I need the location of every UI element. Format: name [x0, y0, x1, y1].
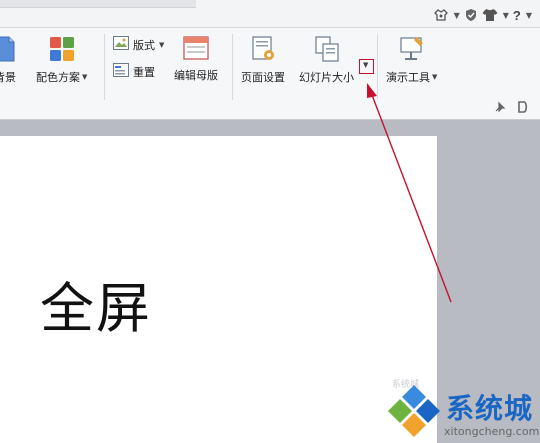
slide-size-button[interactable]: 幻灯片大小	[299, 36, 354, 85]
slide-size-dropdown-caret[interactable]: ▼	[363, 61, 368, 69]
edit-master-button[interactable]: 编辑母版	[174, 36, 218, 83]
document-tab-area	[0, 0, 196, 8]
shield-icon[interactable]	[464, 7, 478, 23]
layout-icon	[113, 36, 129, 53]
presentation-tools-label: 演示工具	[386, 71, 430, 84]
reset-icon	[113, 63, 129, 80]
site-watermark: 系统城 系统城 xitongcheng.com	[384, 380, 540, 443]
slide-size-icon	[314, 36, 340, 65]
ribbon-separator	[104, 34, 105, 100]
background-label: 背景	[0, 71, 16, 84]
help-icon[interactable]: ?	[513, 8, 521, 23]
page-setup-button[interactable]: 页面设置	[241, 36, 285, 85]
presentation-tools-dropdown-caret[interactable]: ▼	[432, 73, 437, 81]
top-right-toolbar: ▼ ▼ ? ▼	[433, 6, 532, 24]
slide-page[interactable]: 全屏	[0, 136, 437, 443]
edit-master-icon	[183, 36, 209, 63]
shirt-dropdown-caret[interactable]: ▼	[503, 11, 509, 20]
ribbon-separator	[377, 34, 378, 100]
reset-button[interactable]: 重置	[113, 63, 155, 80]
reset-label: 重置	[133, 65, 155, 79]
background-button[interactable]: 背景	[0, 36, 16, 85]
layout-dropdown-caret[interactable]: ▼	[159, 41, 164, 49]
background-icon	[0, 36, 16, 65]
collapse-ribbon-icon[interactable]	[518, 98, 528, 117]
skin-dropdown-caret[interactable]: ▼	[454, 11, 460, 20]
color-scheme-dropdown-caret[interactable]: ▼	[82, 73, 87, 81]
slide-title-text[interactable]: 全屏	[40, 264, 152, 343]
layout-label: 版式	[133, 38, 155, 52]
presentation-tools-icon	[399, 36, 425, 65]
page-setup-label: 页面设置	[241, 71, 285, 84]
slide-size-label: 幻灯片大小	[299, 71, 354, 84]
watermark-logo-icon	[386, 383, 442, 443]
color-scheme-button[interactable]: 配色方案 ▼	[36, 36, 87, 85]
slide-size-dropdown-highlight[interactable]: ▼	[359, 59, 374, 74]
edit-master-label: 编辑母版	[174, 69, 218, 82]
layout-button[interactable]: 版式 ▼	[113, 36, 164, 53]
presentation-tools-button[interactable]: 演示工具 ▼	[386, 36, 437, 85]
help-dropdown-caret[interactable]: ▼	[526, 11, 532, 20]
shirt-icon[interactable]	[482, 7, 498, 23]
watermark-url-text: xitongcheng.com	[444, 425, 540, 438]
ribbon-separator	[232, 34, 233, 100]
skin-icon[interactable]	[433, 7, 449, 23]
color-scheme-icon	[49, 36, 75, 65]
ribbon-corner-tools	[494, 98, 528, 117]
color-scheme-label: 配色方案	[36, 71, 80, 84]
title-bar: ▼ ▼ ? ▼	[0, 0, 540, 28]
watermark-brand-text: 系统城	[446, 392, 534, 425]
pin-ribbon-icon[interactable]	[494, 98, 506, 117]
page-setup-icon	[250, 36, 276, 65]
